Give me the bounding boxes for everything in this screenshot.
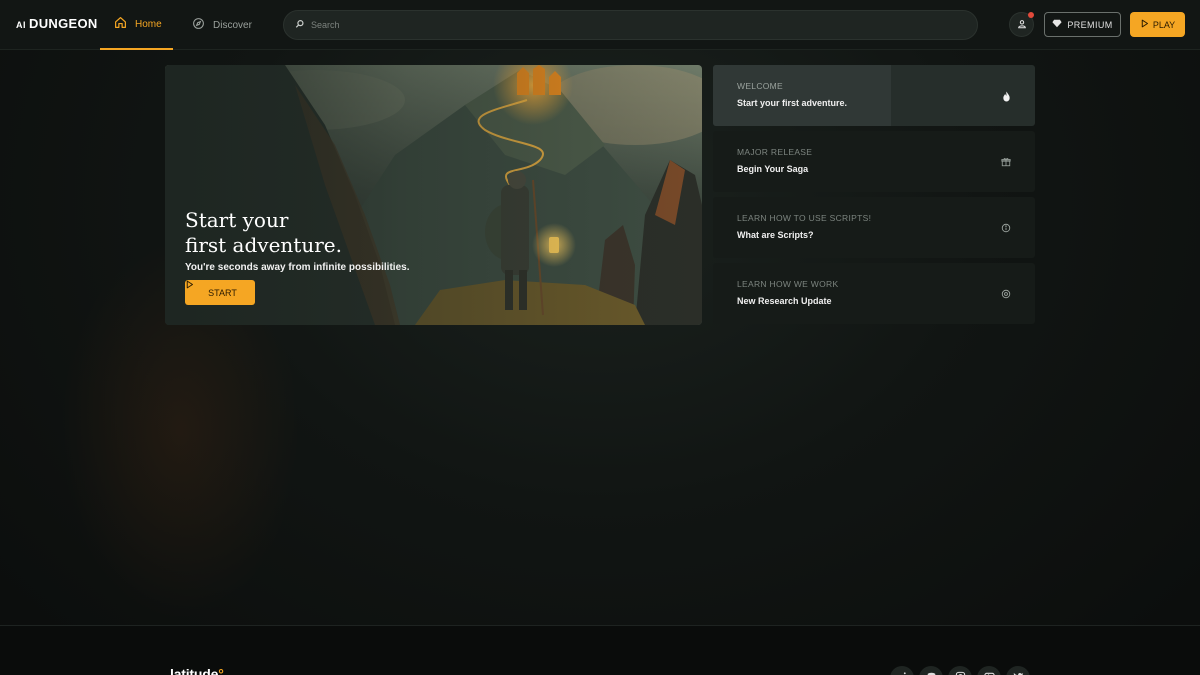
play-icon bbox=[1140, 19, 1149, 30]
card-title: New Research Update bbox=[737, 296, 832, 306]
search-bar[interactable] bbox=[283, 10, 978, 40]
latitude-logo[interactable]: latitude° bbox=[170, 666, 224, 675]
flame-icon bbox=[999, 89, 1013, 103]
play-button[interactable]: PLAY bbox=[1130, 12, 1185, 37]
latitude-logo-dot: ° bbox=[218, 666, 224, 675]
logo-prefix: AI bbox=[16, 20, 26, 30]
nav-tab-home[interactable]: Home bbox=[100, 0, 173, 50]
card-kicker: LEARN HOW WE WORK bbox=[737, 279, 839, 289]
info-icon bbox=[999, 221, 1013, 235]
start-label: START bbox=[208, 287, 237, 298]
card-title: Start your first adventure. bbox=[737, 98, 848, 108]
discord-icon[interactable] bbox=[919, 666, 943, 675]
nav-tab-discover[interactable]: Discover bbox=[192, 0, 252, 50]
latitude-brand: latitude bbox=[170, 666, 219, 675]
social-links bbox=[890, 666, 1030, 675]
app-logo[interactable]: AI DUNGEON bbox=[16, 16, 98, 31]
footer: latitude° bbox=[0, 625, 1200, 675]
compass-icon bbox=[192, 17, 205, 33]
news-card-research[interactable]: LEARN HOW WE WORK New Research Update bbox=[713, 263, 1035, 324]
nav-tab-home-label: Home bbox=[135, 18, 162, 30]
news-card-major-release[interactable]: MAJOR RELEASE Begin Your Saga bbox=[713, 131, 1035, 192]
card-kicker: MAJOR RELEASE bbox=[737, 147, 813, 157]
reddit-icon[interactable] bbox=[890, 666, 914, 675]
card-kicker: WELCOME bbox=[737, 81, 784, 91]
gear-icon bbox=[999, 287, 1013, 301]
news-card-list: WELCOME Start your first adventure. MAJO… bbox=[713, 65, 1035, 329]
start-button[interactable]: START bbox=[185, 280, 255, 305]
logo-name: DUNGEON bbox=[29, 16, 98, 31]
premium-label: PREMIUM bbox=[1067, 19, 1113, 30]
hero-title: Start your first adventure. bbox=[185, 208, 409, 258]
gift-icon bbox=[999, 155, 1013, 169]
instagram-icon[interactable] bbox=[948, 666, 972, 675]
news-card-scripts[interactable]: LEARN HOW TO USE SCRIPTS! What are Scrip… bbox=[713, 197, 1035, 258]
nav-tab-discover-label: Discover bbox=[213, 19, 252, 31]
hero-subtitle: You're seconds away from infinite possib… bbox=[185, 262, 410, 273]
hero-title-line-1: Start your bbox=[185, 208, 289, 232]
news-card-welcome[interactable]: WELCOME Start your first adventure. bbox=[713, 65, 1035, 126]
card-title: What are Scripts? bbox=[737, 230, 814, 240]
twitter-icon[interactable] bbox=[1006, 666, 1030, 675]
hero-title-line-2: first adventure. bbox=[185, 233, 342, 257]
play-label: PLAY bbox=[1152, 19, 1176, 30]
diamond-icon bbox=[1052, 19, 1062, 30]
hero-text-block: Start your first adventure. You're secon… bbox=[185, 208, 409, 273]
card-title: Begin Your Saga bbox=[737, 164, 809, 174]
search-icon bbox=[295, 16, 305, 34]
user-icon bbox=[1017, 16, 1027, 34]
hero-banner[interactable]: Start your first adventure. You're secon… bbox=[165, 65, 702, 325]
premium-button[interactable]: PREMIUM bbox=[1044, 12, 1121, 37]
home-icon bbox=[114, 16, 127, 32]
notification-dot bbox=[1028, 12, 1034, 18]
search-input[interactable] bbox=[311, 20, 911, 30]
youtube-icon[interactable] bbox=[977, 666, 1001, 675]
card-kicker: LEARN HOW TO USE SCRIPTS! bbox=[737, 213, 872, 223]
top-navigation-bar: AI DUNGEON Home Discover PREMIUM bbox=[0, 0, 1200, 50]
